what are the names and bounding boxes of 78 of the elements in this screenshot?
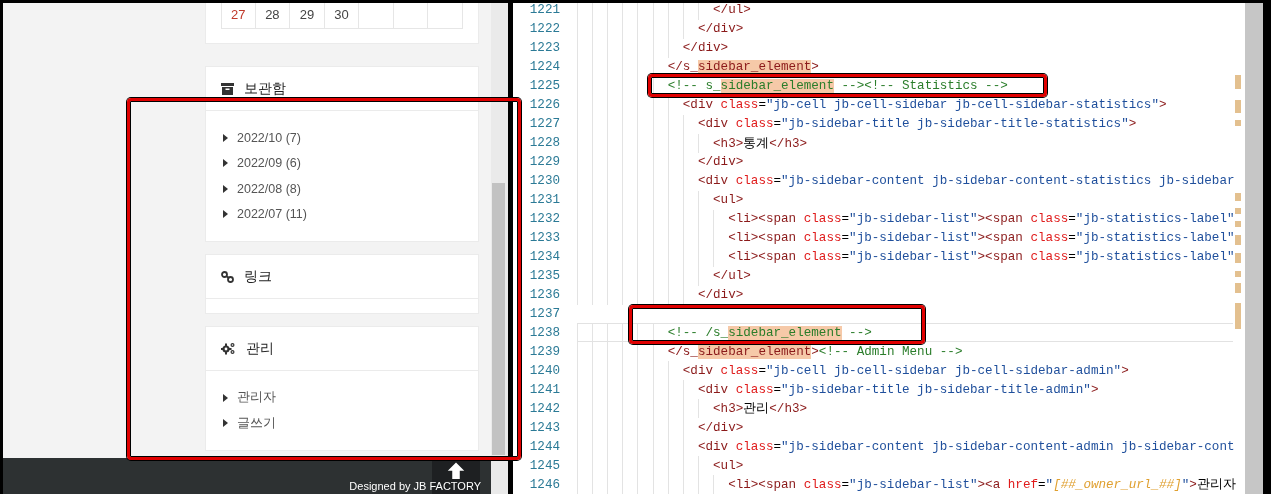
code-line: </ul> <box>713 3 751 18</box>
code-line: <h3>통계</h3> <box>713 135 808 152</box>
line-number: 1241 <box>528 382 560 397</box>
line-number: 1224 <box>528 60 560 75</box>
code-line: </div> <box>697 155 744 170</box>
line-number: 1243 <box>528 420 560 435</box>
scroll-top-button[interactable] <box>432 458 480 494</box>
link-icon <box>221 270 234 283</box>
up-arrow-icon <box>446 461 466 479</box>
code-line: <li><span class="jb-sidebar-list"><span class="jb-statistics-label" <box>728 250 1235 265</box>
bullet-icon <box>223 184 228 193</box>
bullet-icon <box>223 393 228 402</box>
code-line: <div class="jb-sidebar-title jb-sidebar-title-admin"> <box>697 382 1099 397</box>
code-line: <ul> <box>713 458 744 473</box>
code-line: <li><span class="jb-sidebar-list"><a href="[##_owner_url_##]">관리자 <box>728 477 1236 494</box>
code-line: <li><span class="jb-sidebar-list"><span class="jb-statistics-label" <box>728 231 1235 246</box>
calendar-day[interactable]: 28 <box>255 3 291 29</box>
line-number: 1233 <box>528 231 560 246</box>
code-line: <div class="jb-sidebar-content jb-sidebar-content-admin jb-sidebar-cont <box>697 439 1235 454</box>
scrollbar[interactable] <box>491 3 508 494</box>
line-number: 1242 <box>528 401 560 416</box>
line-number: 1237 <box>528 307 560 321</box>
line-number: 1222 <box>528 22 560 37</box>
code-line: <ul> <box>713 193 744 208</box>
code-line: <div class="jb-sidebar-content jb-sidebar-content-statistics jb-sidebar <box>697 174 1235 189</box>
sidebar-link[interactable]: 관리자 <box>237 389 276 407</box>
sidebar-link[interactable]: 2022/10 (7) <box>237 130 301 145</box>
sidebar-link[interactable]: 2022/08 (8) <box>237 181 301 196</box>
line-number: 1227 <box>528 117 560 132</box>
widget-title: 보관함 <box>244 79 286 98</box>
code-line: <!-- s_sidebar_element --><!-- Statistics --> <box>667 79 1008 94</box>
line-number: 1228 <box>528 136 560 151</box>
line-number: 1236 <box>528 288 560 302</box>
code-line: </ul> <box>713 269 751 284</box>
code-line: <div class="jb-sidebar-title jb-sidebar-title-statistics"> <box>697 117 1137 132</box>
sidebar-link[interactable]: 글쓰기 <box>237 414 276 432</box>
line-number: 1240 <box>528 363 560 378</box>
scrollbar[interactable] <box>1245 3 1263 494</box>
sidebar-link[interactable]: 2022/09 (6) <box>237 156 301 171</box>
line-number: 1235 <box>528 269 560 284</box>
widget-title: 링크 <box>244 267 272 286</box>
code-line: </div> <box>697 288 744 302</box>
code-line: </div> <box>697 22 744 37</box>
line-number: 1230 <box>528 174 560 189</box>
line-number: 1244 <box>528 439 560 454</box>
code-line: <div class="jb-cell jb-cell-sidebar jb-cell-sidebar-admin"> <box>682 363 1129 378</box>
line-number: 1231 <box>528 193 560 208</box>
line-number: 1239 <box>528 344 560 359</box>
bullet-icon <box>223 210 228 219</box>
line-number: 1245 <box>528 458 560 473</box>
code-line: <div class="jb-cell jb-cell-sidebar jb-cell-sidebar-statistics"> <box>682 98 1167 113</box>
line-number: 1238 <box>528 325 560 340</box>
code-line: </s_sidebar_element><!-- Admin Menu --> <box>667 344 963 359</box>
sidebar-link[interactable]: 2022/07 (11) <box>237 207 307 222</box>
line-number: 1221 <box>528 3 560 18</box>
code-line: </div> <box>697 420 744 435</box>
bullet-icon <box>223 419 228 428</box>
line-number: 1234 <box>528 250 560 265</box>
code-line: <!-- /s_sidebar_element --> <box>667 325 872 340</box>
line-number: 1226 <box>528 98 560 113</box>
footer-credit: Designed by JB FACTORY <box>349 480 481 493</box>
line-number: 1232 <box>528 212 560 227</box>
calendar-day[interactable]: 29 <box>290 3 325 29</box>
calendar-day[interactable]: 27 <box>221 3 256 29</box>
archive-box-icon <box>221 82 234 95</box>
bullet-icon <box>223 159 228 168</box>
line-number: 1229 <box>528 155 560 170</box>
widget-title: 관리 <box>246 339 274 358</box>
code-line: <li><span class="jb-sidebar-list"><span class="jb-statistics-label" <box>728 212 1235 227</box>
line-number: 1246 <box>528 477 560 492</box>
code-line: <h3>관리</h3> <box>713 401 808 418</box>
line-number: 1223 <box>528 41 560 56</box>
calendar-day[interactable]: 30 <box>324 3 360 29</box>
gears-icon <box>221 342 236 355</box>
bullet-icon <box>223 133 228 142</box>
code-line: </s_sidebar_element> <box>667 60 819 75</box>
code-line: </div> <box>682 41 729 56</box>
line-number: 1225 <box>528 79 560 94</box>
